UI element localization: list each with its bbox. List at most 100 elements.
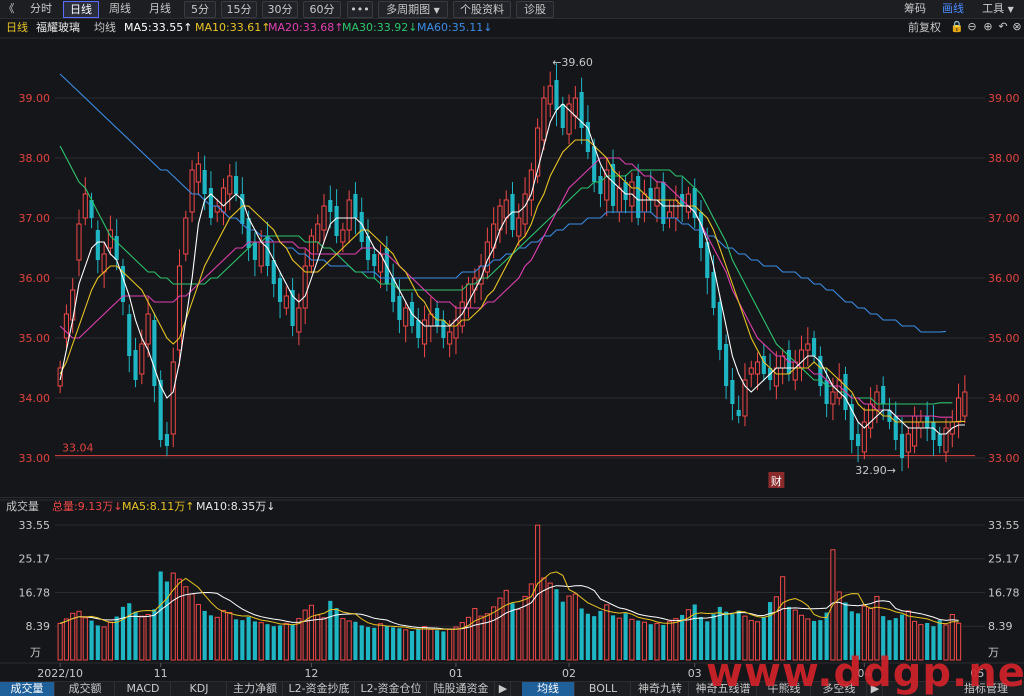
volume-bar (636, 620, 641, 660)
price-tick-right: 33.00 (988, 452, 1020, 465)
candle-body (604, 169, 610, 201)
tab-main-net[interactable]: 主力净额 (228, 682, 283, 696)
volume-bar (441, 631, 446, 660)
x-tick-label: 11 (154, 667, 168, 680)
scroll-right-icon[interactable]: ▶ (496, 682, 511, 696)
candle-body (283, 295, 289, 309)
volume-bar (95, 625, 100, 660)
volume-bar (189, 593, 195, 661)
tab-hk-connect[interactable]: 陆股通资金 (428, 682, 495, 696)
candle-body (101, 253, 107, 273)
candle-body (616, 187, 622, 213)
volume-bar (220, 610, 227, 661)
volume-bar (384, 626, 389, 660)
candle-body (868, 403, 874, 429)
volume-bar (283, 622, 289, 661)
volume-bar (308, 604, 315, 661)
candle-body (321, 205, 327, 231)
volume-bar (82, 617, 88, 661)
candle-body (202, 170, 207, 194)
price-tick-left: 36.00 (19, 272, 51, 285)
x-tick-label: 12 (304, 667, 318, 680)
candle-body (353, 194, 358, 218)
volume-bar (120, 606, 126, 660)
volume-bar (321, 617, 327, 661)
tab-l2-position[interactable]: L2-资金仓位 (356, 682, 427, 696)
tab-l2-bottom[interactable]: L2-资金抄底 (284, 682, 355, 696)
candle-body (730, 380, 735, 404)
candle-body (798, 349, 805, 369)
candle-body (560, 104, 565, 128)
tab-ma[interactable]: 均线 (522, 682, 575, 696)
price-tick-right: 38.00 (988, 152, 1020, 165)
tab-macd[interactable]: MACD (116, 682, 171, 696)
candle-body (962, 391, 968, 417)
volume-bar (465, 616, 472, 661)
candle-body (63, 313, 69, 339)
candle-body (76, 223, 82, 261)
low-annotation: 32.90→ (855, 464, 896, 477)
candle-body (717, 302, 722, 350)
price-tick-left: 34.00 (19, 392, 51, 405)
volume-bar (572, 593, 578, 661)
kline-chart[interactable]: 39.00 39.00 38.00 38.00 37.00 37.00 36.00 36.00… (0, 0, 1024, 681)
candle-body (912, 415, 918, 447)
candle-body (346, 199, 352, 231)
volume-bar (164, 581, 170, 660)
volume-tick-right: 33.55 (988, 519, 1020, 532)
candle-body (541, 97, 547, 141)
volume-bar (227, 612, 233, 661)
candle-body (572, 97, 578, 117)
volume-bar (666, 620, 673, 661)
x-tick-label: 2022/10 (37, 667, 83, 680)
volume-bar (698, 616, 704, 660)
volume-bar (648, 624, 653, 660)
volume-bar (145, 614, 151, 661)
volume-bar (353, 621, 358, 660)
candle-body (805, 343, 811, 351)
volume-bar (472, 607, 478, 661)
candle-body (654, 187, 660, 207)
volume-bar (89, 620, 94, 660)
volume-bar (585, 613, 590, 660)
price-tick-left: 33.00 (19, 452, 51, 465)
volume-bar (403, 629, 409, 661)
volume-bar (673, 618, 679, 661)
volume-bar (114, 616, 119, 660)
price-tick-right: 39.00 (988, 92, 1020, 105)
candle-body (372, 254, 377, 266)
watermark: www.ddgp.net (706, 650, 1024, 696)
candle-body (164, 434, 170, 446)
tab-boll[interactable]: BOLL (576, 682, 631, 696)
candle-body (296, 307, 302, 333)
tab-kdj[interactable]: KDJ (172, 682, 227, 696)
candle-body (252, 242, 257, 260)
volume-bar (692, 604, 697, 660)
volume-bar (780, 576, 786, 661)
volume-bar (57, 622, 63, 661)
volume-bar (139, 615, 145, 661)
candle-body (195, 163, 201, 183)
candle-body (547, 85, 553, 105)
volume-bar (377, 623, 384, 661)
tab-turnover[interactable]: 成交额 (56, 682, 115, 696)
volume-bar (183, 586, 189, 661)
volume-bar (610, 615, 616, 660)
volume-bar (372, 627, 377, 660)
price-tick-left: 39.00 (19, 92, 51, 105)
volume-bar (158, 571, 163, 660)
volume-tick-left: 33.55 (19, 519, 51, 532)
candle-body (145, 313, 151, 345)
candle-body (855, 434, 861, 446)
candle-body (641, 193, 648, 213)
x-tick-label: 02 (562, 667, 576, 680)
tab-volume[interactable]: 成交量 (0, 682, 55, 696)
tab-magic-nine[interactable]: 神奇九转 (632, 682, 689, 696)
price-tick-left: 38.00 (19, 152, 51, 165)
volume-bar (435, 630, 440, 660)
price-tick-left: 37.00 (19, 212, 51, 225)
volume-tick-left: 25.17 (19, 553, 51, 566)
volume-bar (208, 615, 214, 660)
volume-bar (453, 626, 459, 661)
candle-body (692, 188, 697, 218)
